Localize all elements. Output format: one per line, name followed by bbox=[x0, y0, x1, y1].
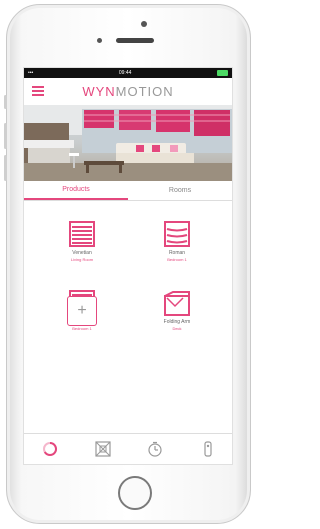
logo-suffix: MOTION bbox=[115, 84, 174, 99]
nav-timers[interactable] bbox=[143, 438, 167, 460]
bottom-nav bbox=[24, 433, 232, 464]
hero-image bbox=[24, 105, 232, 181]
tab-rooms[interactable]: Rooms bbox=[128, 181, 232, 200]
product-room: Bedroom 1 bbox=[167, 257, 187, 262]
folding-arm-awning-icon bbox=[164, 291, 190, 316]
app-logo: WYNMOTION bbox=[82, 84, 173, 99]
nav-scenes[interactable] bbox=[91, 438, 115, 460]
front-camera bbox=[141, 21, 147, 27]
product-name: Folding Arm bbox=[163, 319, 191, 325]
timer-icon bbox=[148, 441, 162, 457]
venetian-blind-icon bbox=[69, 221, 95, 247]
earpiece-speaker bbox=[116, 38, 154, 43]
product-room: Deck bbox=[172, 326, 182, 331]
product-folding-arm[interactable]: Folding Arm Deck bbox=[137, 290, 217, 331]
status-bar: ••• 09:44 bbox=[24, 68, 232, 78]
roman-blind-icon bbox=[164, 221, 190, 247]
nav-remote[interactable] bbox=[196, 438, 220, 460]
product-room: Living Room bbox=[70, 257, 94, 262]
status-time: 09:44 bbox=[118, 70, 132, 76]
app-header: WYNMOTION bbox=[24, 78, 232, 105]
tab-products[interactable]: Products bbox=[24, 181, 128, 200]
logo-prefix: WYN bbox=[82, 84, 116, 99]
nav-products[interactable] bbox=[38, 438, 62, 460]
plus-icon: + bbox=[77, 302, 87, 319]
product-name: Roman bbox=[168, 250, 186, 256]
mute-switch bbox=[4, 95, 7, 109]
volume-up-button bbox=[4, 123, 7, 149]
menu-icon[interactable] bbox=[32, 86, 44, 96]
tab-bar: Products Rooms bbox=[24, 181, 232, 201]
product-venetian[interactable]: Venetian Living Room bbox=[42, 221, 122, 262]
products-ring-icon bbox=[43, 442, 58, 456]
home-button[interactable] bbox=[118, 476, 152, 510]
app-screen: ••• 09:44 WYNMOTION Products Rooms Venet… bbox=[23, 67, 233, 465]
volume-down-button bbox=[4, 155, 7, 181]
product-roman[interactable]: Roman Bedroom 1 bbox=[137, 221, 217, 262]
remote-icon bbox=[204, 441, 212, 457]
battery-icon bbox=[217, 70, 228, 76]
proximity-sensor bbox=[97, 38, 102, 43]
signal-icon: ••• bbox=[28, 70, 34, 76]
add-product-button[interactable]: + bbox=[67, 296, 97, 326]
living-room-photo bbox=[24, 105, 232, 181]
product-room: Bedroom 1 bbox=[72, 326, 92, 331]
product-name: Venetian bbox=[72, 250, 92, 256]
scene-grid-icon bbox=[95, 441, 111, 457]
